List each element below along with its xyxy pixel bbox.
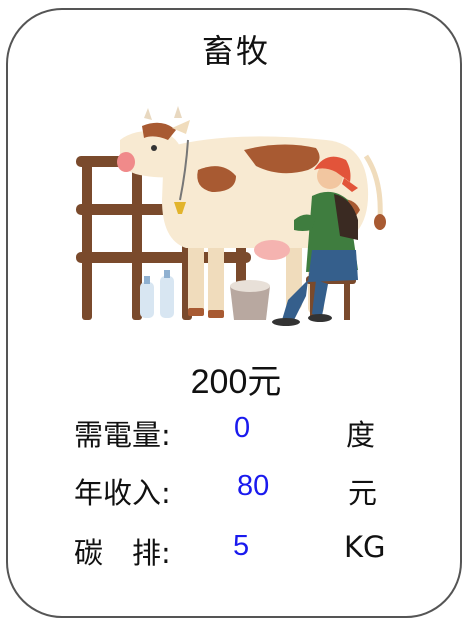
stat-unit: KG [344,530,386,564]
stat-row-income: 年收入: 80 元 [0,470,472,510]
stat-label: 碳 排: [74,536,171,570]
dairy-cow-milking-icon [76,106,386,326]
stat-row-power: 需電量: 0 度 [0,412,472,452]
stat-unit: 度 [346,418,376,452]
stat-row-carbon: 碳 排: 5 KG [0,530,472,570]
stat-value: 80 [237,470,270,502]
stat-label: 年收入: [74,476,171,510]
stat-unit: 元 [348,476,378,510]
stat-label: 需電量: [74,418,171,452]
stat-value: 5 [233,530,250,562]
card-title: 畜牧 [201,32,270,70]
price-label: 200元 [190,363,282,401]
stat-value: 0 [234,412,251,444]
